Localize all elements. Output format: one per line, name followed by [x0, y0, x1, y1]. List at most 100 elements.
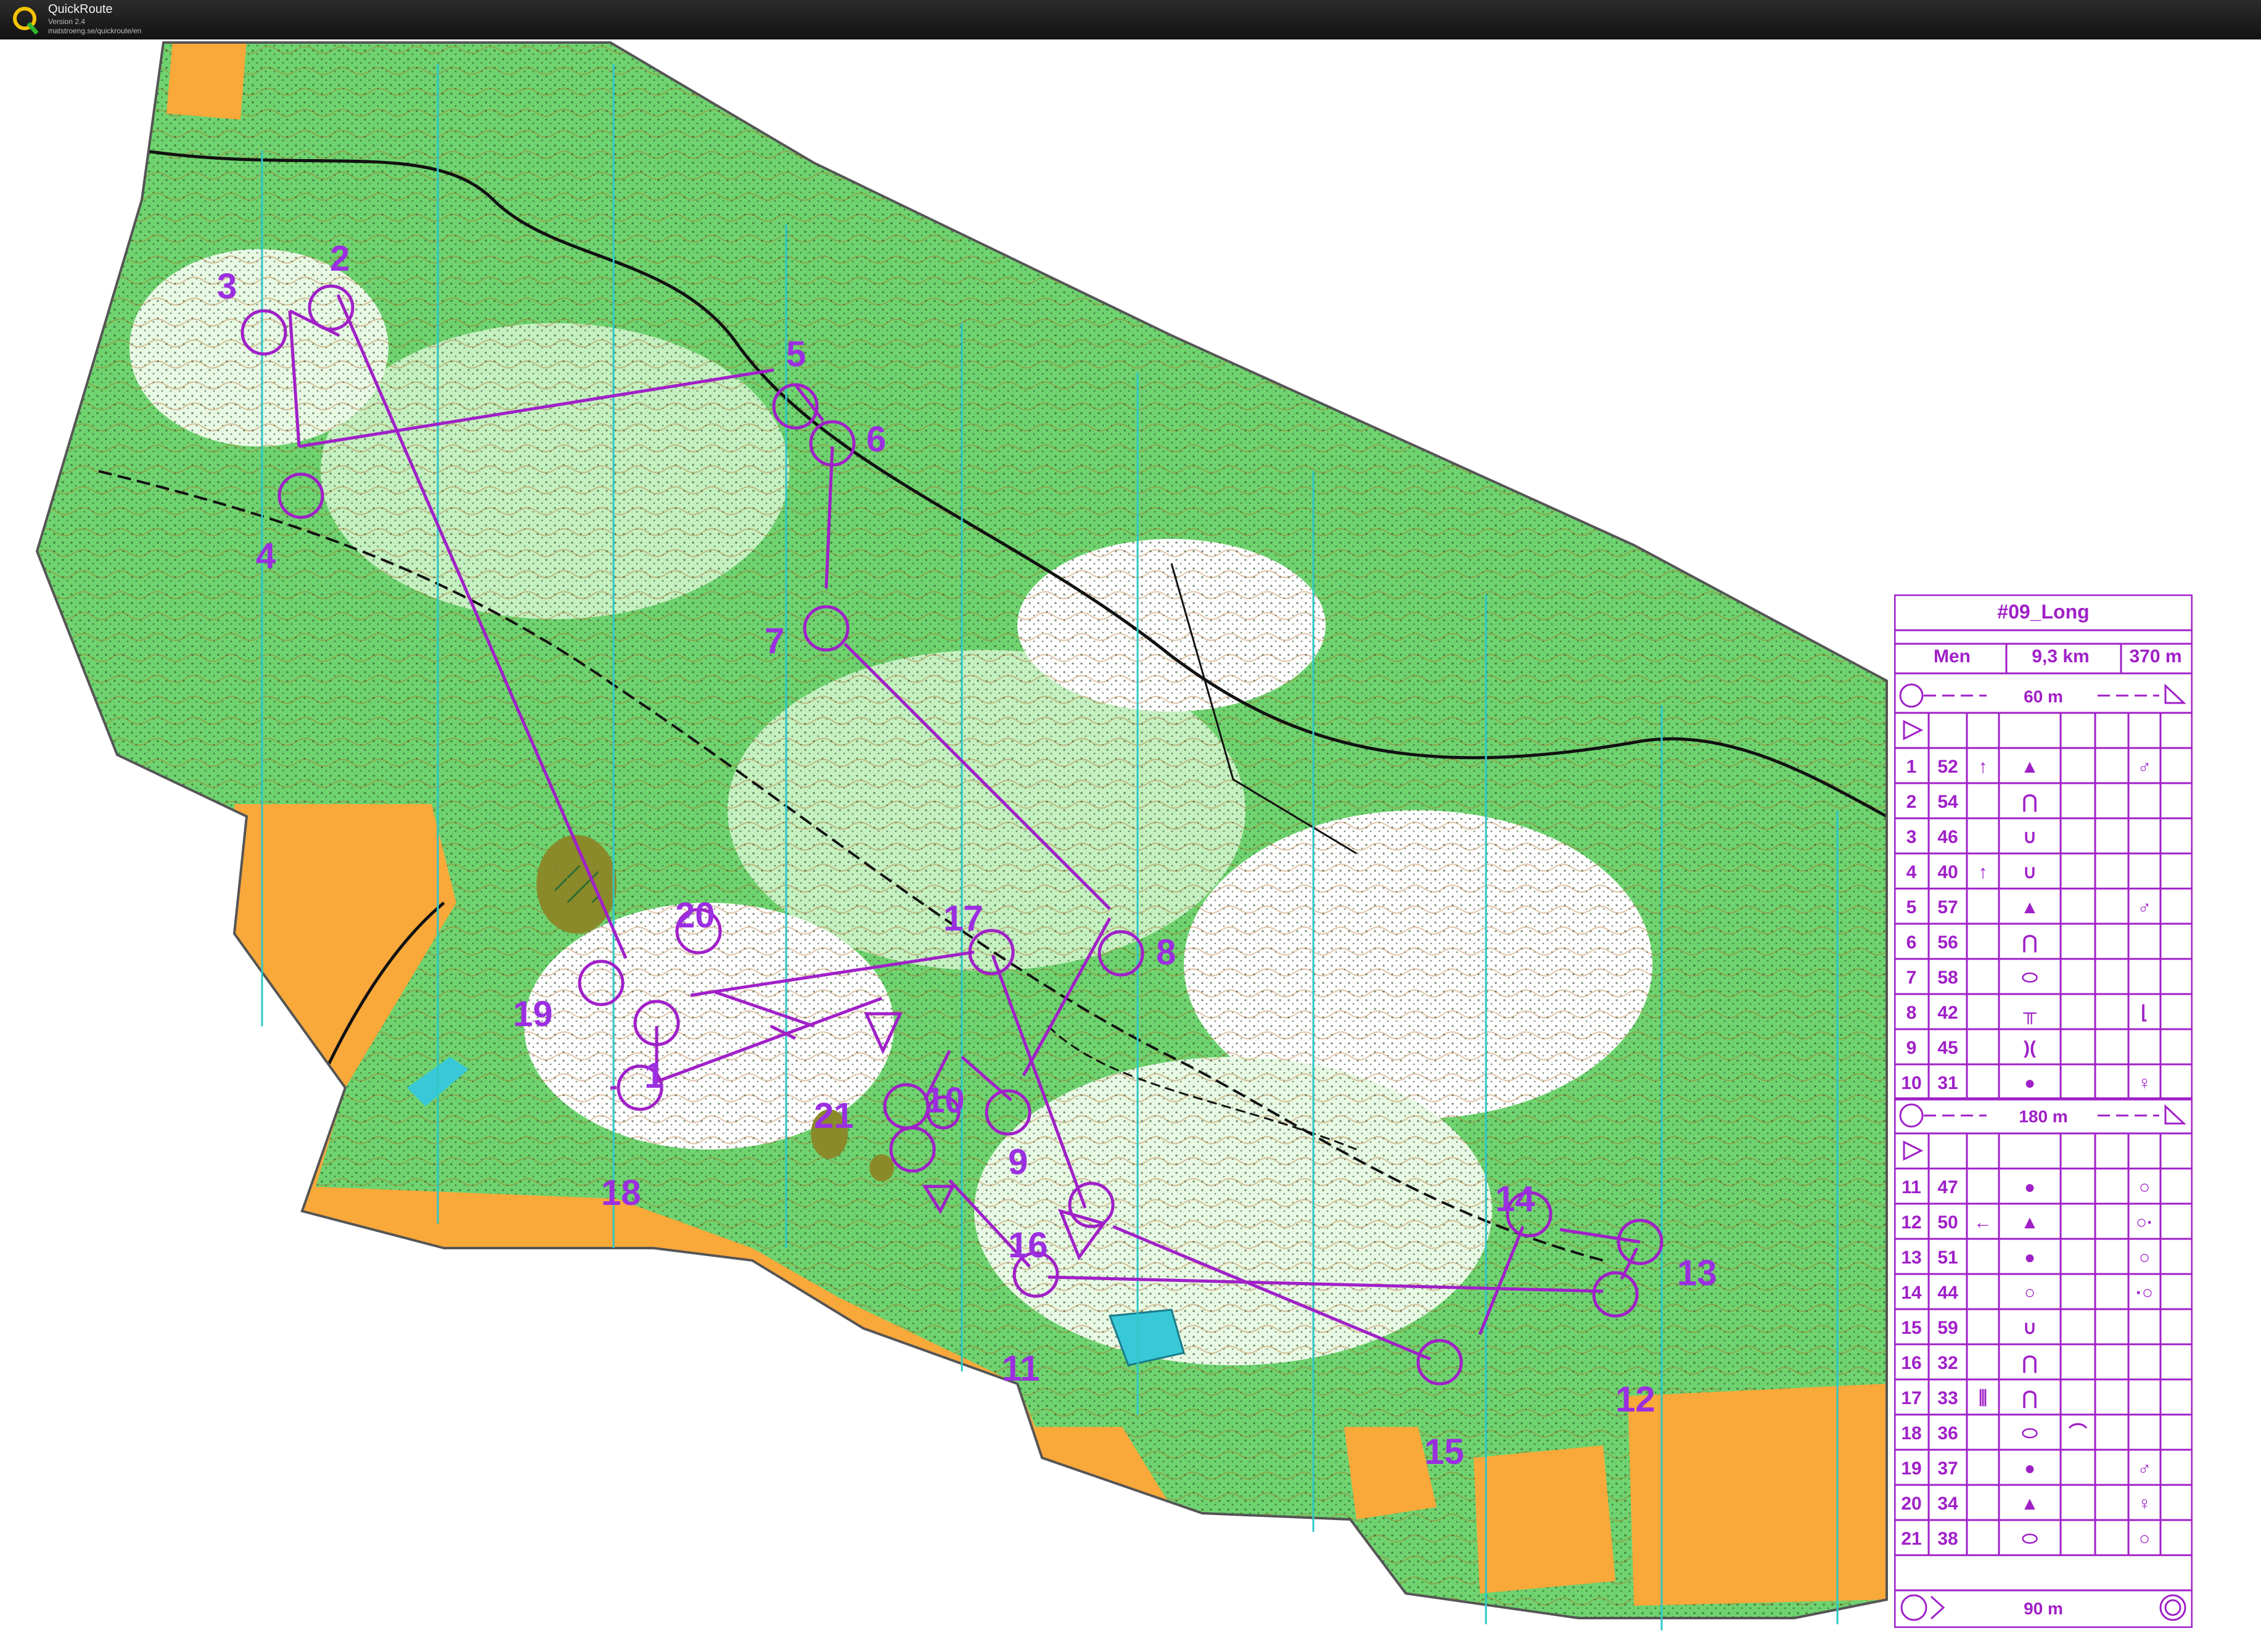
control-symbol: ⋂ — [2022, 932, 2038, 953]
control-code: 59 — [1937, 1318, 1958, 1338]
control-symbol: ⬭ — [2022, 1529, 2038, 1549]
control-symbol: ⋂ — [2022, 1388, 2038, 1408]
start-leg-distance: 60 m — [2024, 687, 2063, 706]
control-code: 54 — [1937, 792, 1958, 812]
control-symbol: ● — [2024, 1073, 2035, 1093]
control-number: 8 — [1906, 1003, 1917, 1023]
control-symbol: ∪ — [2023, 1318, 2037, 1338]
control-symbol: ↑ — [1979, 862, 1988, 882]
control-number: 2 — [1906, 792, 1917, 812]
map-label-8: 8 — [1156, 932, 1176, 972]
control-code: 50 — [1937, 1212, 1958, 1233]
control-code: 33 — [1937, 1388, 1958, 1408]
quickroute-logo-icon — [13, 7, 39, 35]
control-symbol: ⋂ — [2022, 1353, 2038, 1373]
control-code: 34 — [1937, 1494, 1958, 1514]
finish-leg-distance: 90 m — [2024, 1599, 2063, 1618]
control-code: 45 — [1937, 1038, 1958, 1058]
control-number: 18 — [1901, 1423, 1921, 1444]
control-symbol: ⌊ — [2141, 1003, 2148, 1023]
control-symbol: ← — [1974, 1212, 1992, 1233]
control-code: 58 — [1937, 968, 1958, 988]
control-symbol: )( — [2024, 1038, 2036, 1058]
control-code: 51 — [1937, 1247, 1958, 1268]
control-number: 15 — [1901, 1318, 1921, 1338]
control-symbol: ▲ — [2021, 757, 2039, 777]
map-label-13: 13 — [1677, 1253, 1717, 1293]
control-symbol: ⌒ — [2069, 1423, 2087, 1444]
control-number: 14 — [1901, 1283, 1922, 1303]
control-number: 16 — [1901, 1353, 1921, 1373]
control-number: 1 — [1906, 757, 1917, 777]
control-number: 6 — [1906, 932, 1917, 953]
control-symbol: ∪ — [2023, 862, 2037, 882]
control-symbol: ⬭ — [2022, 1423, 2038, 1444]
app-url: matstroeng.se/quickroute/en — [48, 27, 142, 35]
control-code: 36 — [1937, 1423, 1958, 1444]
control-code: 47 — [1937, 1177, 1958, 1198]
control-number: 21 — [1901, 1529, 1921, 1549]
middle-leg-distance: 180 m — [2019, 1107, 2067, 1126]
control-number: 13 — [1901, 1247, 1921, 1268]
control-code: 37 — [1937, 1458, 1958, 1479]
control-code: 44 — [1937, 1283, 1958, 1303]
control-symbol: ⋂ — [2022, 792, 2038, 812]
map-label-6: 6 — [866, 419, 886, 459]
map-label-11: 11 — [1002, 1349, 1040, 1389]
control-description-sheet: #09_Long Men 9,3 km 370 m 60 m 1 52 ↑ ▲ ♂2 54… — [1894, 594, 2193, 1628]
control-number: 3 — [1906, 827, 1917, 847]
app-title: QuickRoute — [48, 2, 113, 16]
control-number: 17 — [1901, 1388, 1921, 1408]
control-code: 42 — [1937, 1003, 1958, 1023]
course-name: #09_Long — [1997, 601, 2089, 623]
course-length: 9,3 km — [2032, 646, 2089, 667]
control-symbol: ○ — [2139, 1177, 2150, 1198]
map-label-4: 4 — [256, 536, 276, 576]
control-symbol: ♀ — [2138, 1494, 2152, 1514]
map-label-14: 14 — [1495, 1179, 1535, 1219]
control-number: 7 — [1906, 968, 1917, 988]
map-label-10: 10 — [925, 1080, 965, 1120]
control-symbol: ○· — [2136, 1212, 2153, 1233]
map-label-16: 16 — [1008, 1225, 1048, 1265]
map-label-7: 7 — [765, 621, 784, 661]
control-symbol: ● — [2024, 1458, 2035, 1479]
control-symbol: ⫼ — [1979, 1388, 1987, 1408]
app-version: Version 2.4 — [48, 17, 86, 26]
control-symbol: ♂ — [2138, 757, 2152, 777]
control-symbol: ● — [2024, 1247, 2035, 1268]
control-number: 10 — [1901, 1073, 1921, 1093]
control-symbol: ▲ — [2021, 1212, 2039, 1233]
control-code: 40 — [1937, 862, 1958, 882]
control-symbol: ╥ — [2022, 1003, 2037, 1025]
control-code: 52 — [1937, 757, 1958, 777]
map-label-18: 18 — [601, 1173, 641, 1213]
control-number: 20 — [1901, 1494, 1921, 1514]
control-code: 56 — [1937, 932, 1958, 953]
map-label-3: 3 — [217, 266, 237, 306]
map-label-17: 17 — [943, 898, 983, 939]
control-code: 31 — [1937, 1073, 1958, 1093]
control-symbol: ♀ — [2138, 1073, 2152, 1093]
control-symbol: ·○ — [2136, 1283, 2153, 1303]
control-code: 38 — [1937, 1529, 1958, 1549]
map-label-1: 1 — [644, 1056, 664, 1096]
control-number: 9 — [1906, 1038, 1917, 1058]
control-symbol: ● — [2024, 1177, 2035, 1198]
control-symbol: ▲ — [2021, 1494, 2039, 1514]
control-symbol: ○ — [2139, 1529, 2150, 1549]
control-symbol: ↑ — [1979, 757, 1988, 777]
window-titlebar: QuickRoute Version 2.4 matstroeng.se/qui… — [0, 0, 2261, 39]
control-symbol: ○ — [2024, 1283, 2035, 1303]
map-label-12: 12 — [1615, 1379, 1656, 1420]
control-code: 46 — [1937, 827, 1958, 847]
control-number: 11 — [1902, 1177, 1921, 1198]
control-number: 5 — [1906, 897, 1917, 918]
map-label-5: 5 — [786, 334, 806, 374]
control-number: 12 — [1901, 1212, 1921, 1233]
map-label-20: 20 — [675, 895, 715, 935]
control-number: 4 — [1906, 862, 1917, 882]
control-symbol: ∪ — [2023, 827, 2037, 847]
course-class: Men — [1934, 646, 1971, 667]
map-label-9: 9 — [1008, 1142, 1028, 1182]
